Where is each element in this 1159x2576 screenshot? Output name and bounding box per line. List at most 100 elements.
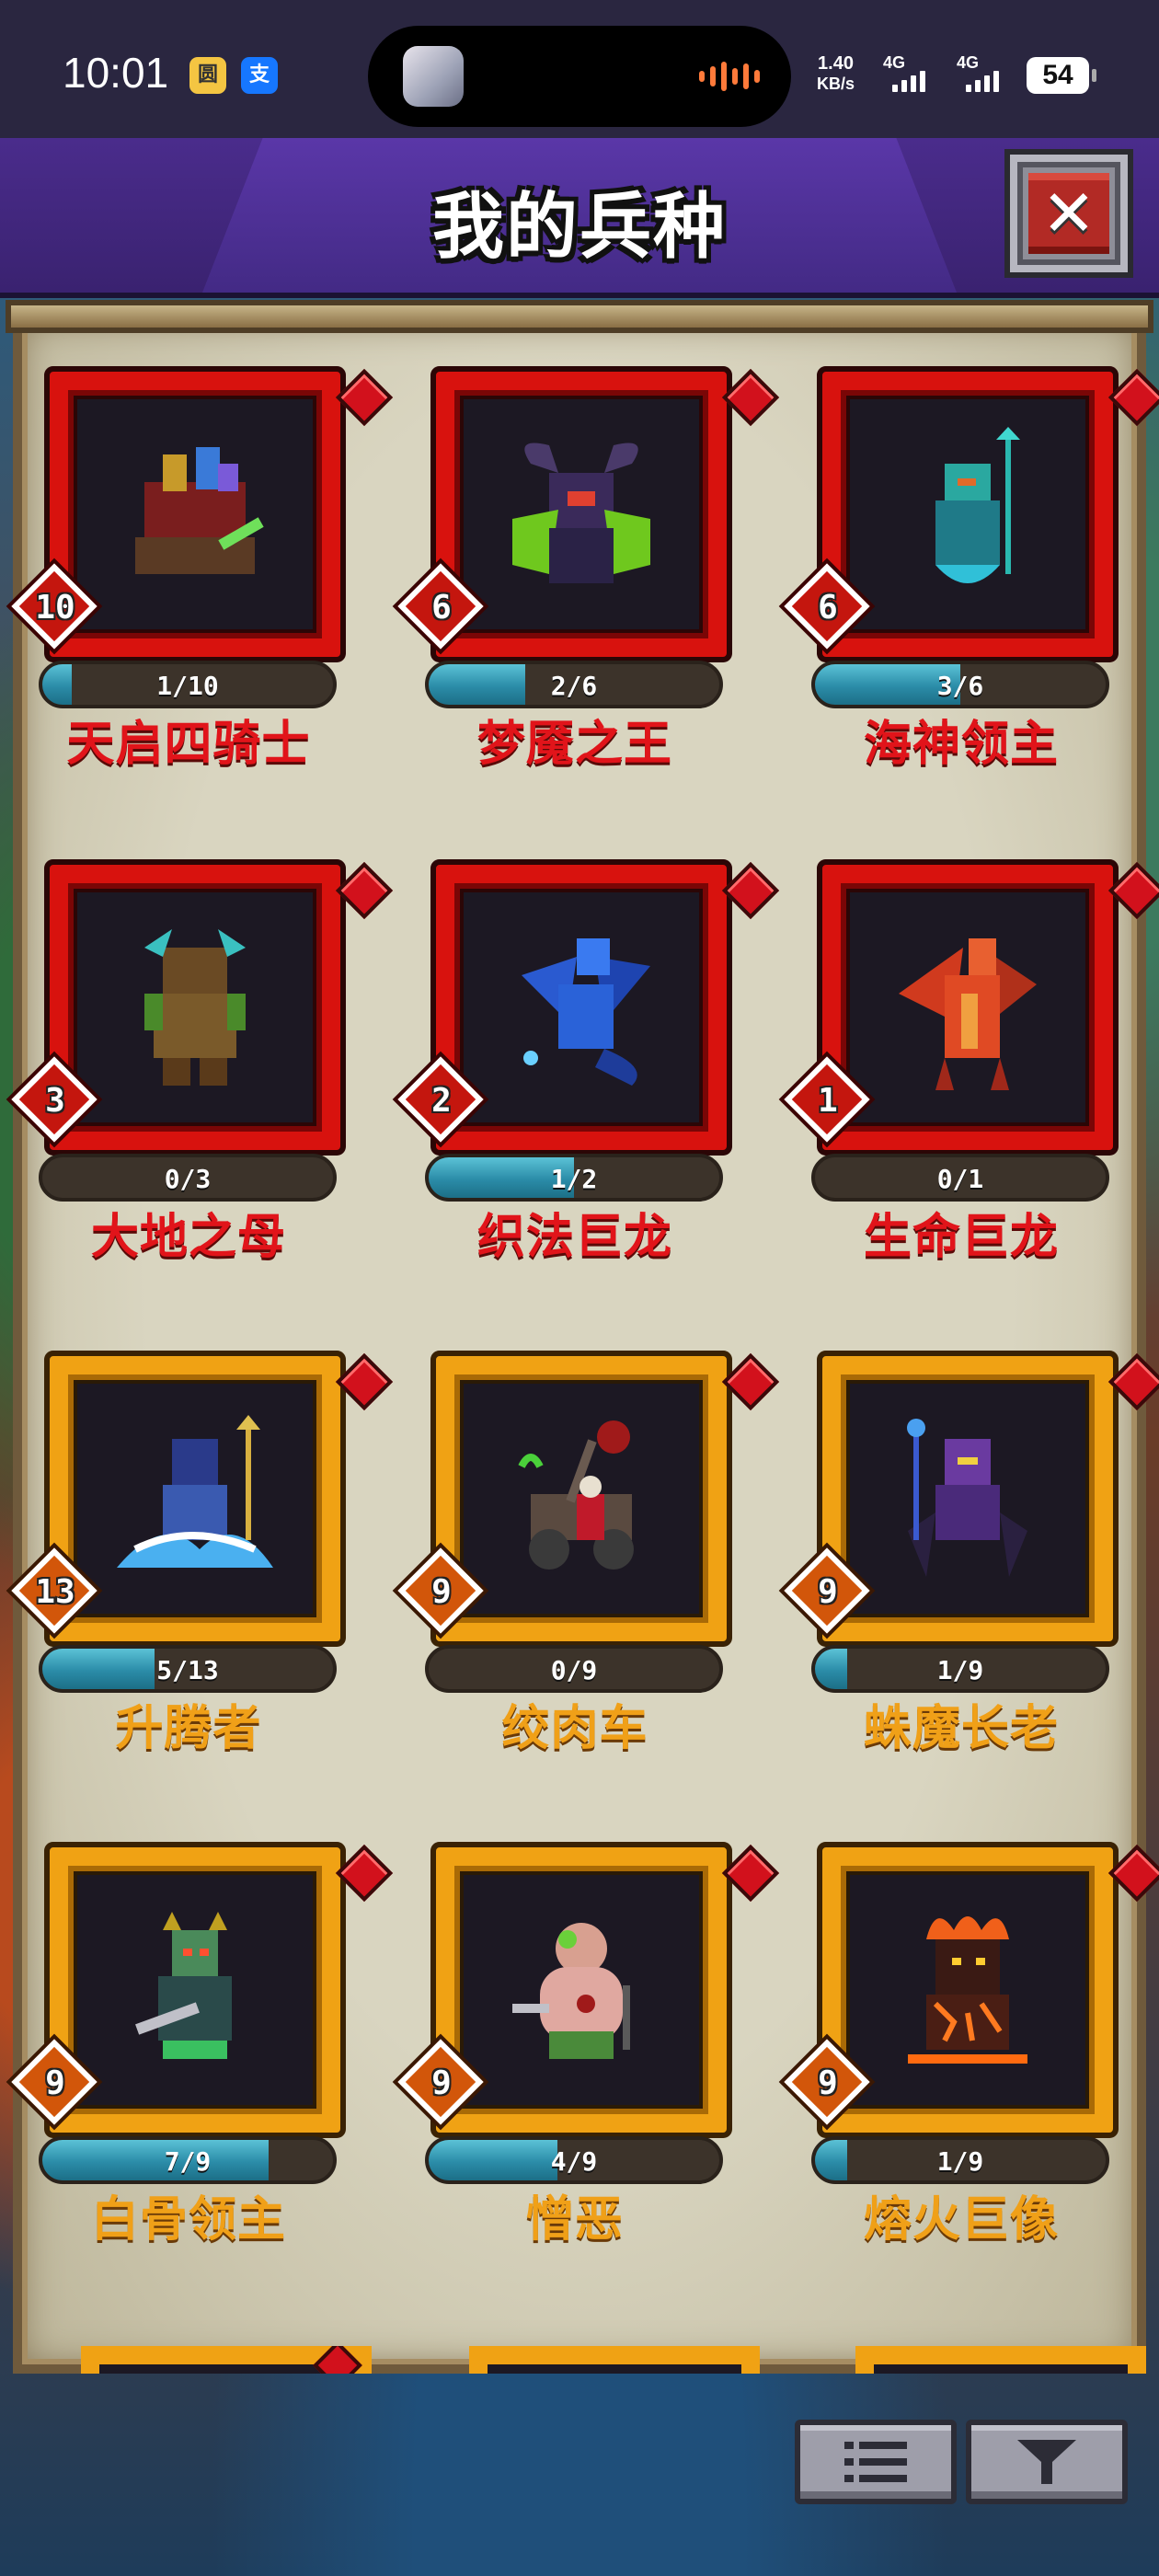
gem-icon bbox=[721, 1352, 780, 1411]
filter-button[interactable] bbox=[966, 2420, 1128, 2504]
unit-card[interactable]: 2 1/2 织法巨龙 bbox=[386, 861, 780, 1265]
unit-card[interactable]: 6 2/6 梦魇之王 bbox=[386, 368, 780, 772]
unit-name: 梦魇之王 bbox=[476, 717, 672, 772]
unit-name: 白骨领主 bbox=[90, 2192, 286, 2248]
unit-progress-text: 0/3 bbox=[164, 1164, 212, 1194]
unit-level-badge: 3 bbox=[11, 1056, 98, 1143]
unit-level: 6 bbox=[431, 589, 452, 627]
unit-name: 熔火巨像 bbox=[863, 2192, 1059, 2248]
unit-level-badge: 6 bbox=[397, 563, 484, 650]
meat-wagon-icon bbox=[486, 1398, 677, 1599]
unit-progress-bar: 2/6 bbox=[425, 661, 723, 708]
gem-icon bbox=[335, 1352, 394, 1411]
earth-mother-icon bbox=[99, 907, 291, 1108]
unit-card[interactable]: 9 4/9 憎恶 bbox=[386, 1844, 780, 2248]
unit-level: 9 bbox=[818, 2064, 838, 2102]
life-dragon-icon bbox=[872, 907, 1063, 1108]
unit-level: 2 bbox=[431, 1082, 452, 1120]
unit-level: 9 bbox=[45, 2064, 65, 2102]
unit-progress-text: 1/2 bbox=[550, 1164, 598, 1194]
unit-card-partial[interactable] bbox=[855, 2346, 1146, 2374]
gem-icon bbox=[721, 368, 780, 427]
gem-icon bbox=[335, 1844, 394, 1903]
filter-icon bbox=[1017, 2440, 1076, 2484]
bone-lord-icon bbox=[99, 1890, 291, 2090]
gem-icon bbox=[335, 368, 394, 427]
unit-card-partial[interactable] bbox=[469, 2346, 760, 2374]
unit-progress-bar: 0/9 bbox=[425, 1645, 723, 1693]
unit-card[interactable]: 9 0/9 绞肉车 bbox=[386, 1352, 780, 1756]
unit-level-badge: 9 bbox=[11, 2039, 98, 2125]
unit-level-badge: 13 bbox=[11, 1547, 98, 1634]
unit-card[interactable]: 9 7/9 白骨领主 bbox=[0, 1844, 394, 2248]
unit-progress-text: 0/1 bbox=[936, 1164, 984, 1194]
unit-card[interactable]: 6 3/6 海神领主 bbox=[773, 368, 1159, 772]
unit-level-badge: 9 bbox=[397, 1547, 484, 1634]
unit-level: 9 bbox=[431, 1573, 452, 1611]
unit-card[interactable]: 13 5/13 升腾者 bbox=[0, 1352, 394, 1756]
gem-icon bbox=[1107, 861, 1159, 920]
unit-level-badge: 9 bbox=[784, 2039, 870, 2125]
crypt-elder-icon bbox=[872, 1398, 1063, 1599]
unit-progress-bar: 1/9 bbox=[811, 2136, 1109, 2184]
unit-name: 绞肉车 bbox=[501, 1701, 648, 1756]
unit-progress-bar: 0/1 bbox=[811, 1154, 1109, 1202]
unit-level: 1 bbox=[818, 1082, 838, 1120]
unit-card[interactable]: 9 1/9 熔火巨像 bbox=[773, 1844, 1159, 2248]
unit-level-badge: 9 bbox=[784, 1547, 870, 1634]
unit-name: 蛛魔长老 bbox=[863, 1701, 1059, 1756]
four-horsemen-icon bbox=[99, 414, 291, 615]
unit-level: 13 bbox=[35, 1573, 75, 1611]
gem-icon bbox=[721, 861, 780, 920]
unit-name: 生命巨龙 bbox=[863, 1210, 1059, 1265]
unit-progress-text: 5/13 bbox=[156, 1655, 219, 1685]
unit-progress-bar: 3/6 bbox=[811, 661, 1109, 708]
unit-grid: 10 1/10 天启四骑士 6 2/6 梦魇之王 6 3/6 海神领主 3 0/3 大地之母 2 1/2 织… bbox=[0, 0, 1159, 2374]
unit-name: 大地之母 bbox=[90, 1210, 286, 1265]
unit-card[interactable]: 3 0/3 大地之母 bbox=[0, 861, 394, 1265]
unit-progress-text: 1/9 bbox=[936, 1655, 984, 1685]
unit-card-partial[interactable] bbox=[81, 2346, 372, 2374]
unit-progress-text: 1/10 bbox=[156, 671, 219, 701]
unit-name: 天启四骑士 bbox=[66, 717, 311, 772]
list-icon bbox=[844, 2442, 907, 2482]
unit-level: 9 bbox=[818, 1573, 838, 1611]
unit-level: 6 bbox=[818, 589, 838, 627]
nightmare-king-icon bbox=[486, 414, 677, 615]
unit-level-badge: 6 bbox=[784, 563, 870, 650]
unit-card[interactable]: 9 1/9 蛛魔长老 bbox=[773, 1352, 1159, 1756]
abomination-icon bbox=[486, 1890, 677, 2090]
unit-name: 织法巨龙 bbox=[476, 1210, 672, 1265]
unit-progress-text: 0/9 bbox=[550, 1655, 598, 1685]
unit-progress-text: 3/6 bbox=[936, 671, 984, 701]
unit-level: 10 bbox=[35, 589, 75, 627]
unit-card[interactable]: 10 1/10 天启四骑士 bbox=[0, 368, 394, 772]
list-button[interactable] bbox=[795, 2420, 957, 2504]
molten-colossus-icon bbox=[872, 1890, 1063, 2090]
unit-progress-bar: 0/3 bbox=[39, 1154, 337, 1202]
unit-level: 9 bbox=[431, 2064, 452, 2102]
unit-name: 升腾者 bbox=[115, 1701, 262, 1756]
gem-icon bbox=[721, 1844, 780, 1903]
unit-card[interactable]: 1 0/1 生命巨龙 bbox=[773, 861, 1159, 1265]
unit-progress-bar: 1/10 bbox=[39, 661, 337, 708]
unit-progress-bar: 1/9 bbox=[811, 1645, 1109, 1693]
unit-level-badge: 1 bbox=[784, 1056, 870, 1143]
unit-progress-bar: 1/2 bbox=[425, 1154, 723, 1202]
unit-progress-bar: 4/9 bbox=[425, 2136, 723, 2184]
gem-icon bbox=[335, 861, 394, 920]
unit-level: 3 bbox=[45, 1082, 65, 1120]
gem-icon bbox=[1107, 1844, 1159, 1903]
gem-icon bbox=[1107, 1352, 1159, 1411]
unit-progress-text: 1/9 bbox=[936, 2146, 984, 2177]
unit-progress-bar: 7/9 bbox=[39, 2136, 337, 2184]
unit-name: 憎恶 bbox=[525, 2192, 624, 2248]
unit-name: 海神领主 bbox=[863, 717, 1059, 772]
ascendant-icon bbox=[99, 1398, 291, 1599]
arcane-dragon-icon bbox=[486, 907, 677, 1108]
sea-god-lord-icon bbox=[872, 414, 1063, 615]
unit-level-badge: 9 bbox=[397, 2039, 484, 2125]
unit-progress-text: 4/9 bbox=[550, 2146, 598, 2177]
unit-progress-text: 7/9 bbox=[164, 2146, 212, 2177]
gem-icon bbox=[1107, 368, 1159, 427]
